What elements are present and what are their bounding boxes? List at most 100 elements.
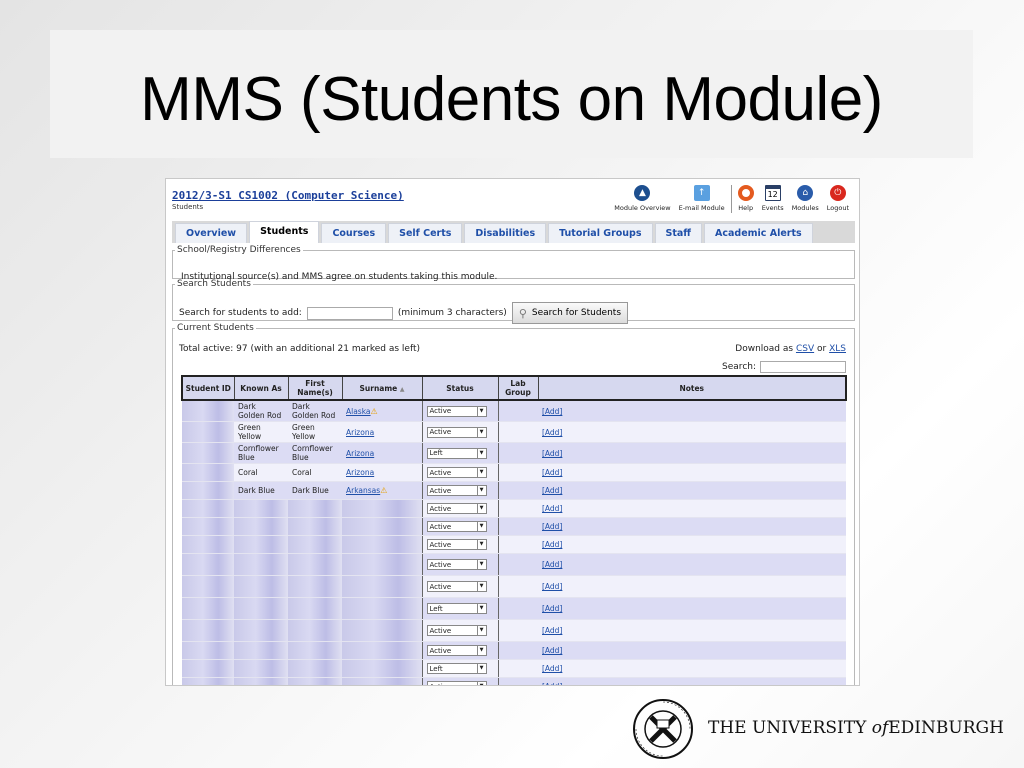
status-select[interactable]: Left ▼	[426, 603, 487, 614]
lab-group-cell	[498, 463, 538, 482]
status-cell: Active ▼	[421, 575, 499, 598]
toolbar-module-overview[interactable]: ▲ Module Overview	[610, 185, 674, 213]
status-select[interactable]: Left ▼	[426, 447, 487, 459]
add-note-link[interactable]: [Add]	[542, 522, 562, 531]
tab-disabilities[interactable]: Disabilities	[464, 223, 547, 243]
tab-overview[interactable]: Overview	[175, 223, 248, 243]
add-note-link[interactable]: [Add]	[542, 646, 562, 655]
status-select[interactable]: Active ▼	[426, 581, 487, 592]
table-row: Active ▼ [Add]	[182, 499, 846, 518]
download-xls-link[interactable]: XLS	[829, 344, 846, 354]
surname-link[interactable]: Arizona	[346, 428, 374, 437]
module-toolbar: ▲ Module Overview ↑ E-mail Module Help 1…	[610, 185, 853, 213]
col-first-names[interactable]: First Name(s)	[287, 375, 343, 401]
lab-group-cell	[498, 442, 538, 464]
toolbar-email-module[interactable]: ↑ E-mail Module	[675, 185, 729, 213]
tab-courses[interactable]: Courses	[321, 223, 387, 243]
status-select[interactable]: Active ▼	[426, 405, 487, 417]
notes-cell: [Add]	[538, 463, 846, 482]
search-students-input[interactable]	[306, 306, 393, 320]
surname-cell	[342, 597, 422, 620]
table-row: Left ▼ [Add]	[182, 659, 846, 678]
status-select[interactable]: Active ▼	[426, 625, 487, 636]
surname-link[interactable]: Arizona	[346, 468, 374, 477]
dropdown-arrow-icon: ▼	[476, 468, 486, 477]
status-select[interactable]: Active ▼	[426, 485, 487, 496]
add-note-link[interactable]: [Add]	[542, 468, 562, 477]
col-notes[interactable]: Notes	[537, 375, 847, 401]
add-note-link[interactable]: [Add]	[542, 664, 562, 673]
tab-students[interactable]: Students	[249, 221, 320, 243]
add-note-link[interactable]: [Add]	[542, 604, 562, 613]
lab-group-cell	[498, 659, 538, 678]
surname-cell	[342, 517, 422, 536]
status-select[interactable]: Active ▼	[426, 681, 487, 685]
add-note-link[interactable]: [Add]	[542, 560, 562, 569]
status-cell: Active ▼	[421, 463, 499, 482]
col-surname[interactable]: Surname ▲	[341, 375, 423, 401]
table-row: Active ▼ [Add]	[182, 677, 846, 685]
toolbar-logout[interactable]: ⏻ Logout	[823, 185, 853, 213]
search-students-box: Search Students Search for students to a…	[172, 279, 855, 324]
surname-link[interactable]: Alaska	[346, 407, 371, 416]
lab-group-cell	[498, 499, 538, 518]
download-prefix: Download as	[735, 344, 794, 354]
status-select[interactable]: Left ▼	[426, 663, 487, 674]
status-cell: Left ▼	[421, 597, 499, 620]
status-select[interactable]: Active ▼	[426, 467, 487, 478]
add-note-link[interactable]: [Add]	[542, 582, 562, 591]
toolbar-events[interactable]: 12 Events	[758, 185, 788, 213]
first-name-cell	[288, 517, 342, 536]
toolbar-help[interactable]: Help	[734, 185, 758, 213]
student-id-cell	[182, 400, 234, 422]
table-row: Active ▼ [Add]	[182, 535, 846, 554]
toolbar-modules[interactable]: ⌂ Modules	[788, 185, 823, 213]
status-select[interactable]: Active ▼	[426, 521, 487, 532]
add-note-link[interactable]: [Add]	[542, 504, 562, 513]
add-note-link[interactable]: [Add]	[542, 407, 562, 416]
add-note-link[interactable]: [Add]	[542, 449, 562, 458]
status-select[interactable]: Active ▼	[426, 426, 487, 438]
col-status[interactable]: Status	[421, 375, 499, 401]
student-id-cell	[182, 535, 234, 554]
tab-staff[interactable]: Staff	[654, 223, 703, 243]
first-name-cell	[288, 619, 342, 642]
status-select[interactable]: Active ▼	[426, 559, 487, 570]
surname-link[interactable]: Arizona	[346, 449, 374, 458]
table-row: Active ▼ [Add]	[182, 553, 846, 576]
slide-title: MMS (Students on Module)	[140, 65, 883, 134]
col-lab-group[interactable]: Lab Group	[497, 375, 539, 401]
known-as-cell: Dark Golden Rod	[234, 400, 288, 422]
status-value: Left	[429, 664, 443, 673]
tab-self-certs[interactable]: Self Certs	[388, 223, 463, 243]
search-students-row: Search for students to add: (minimum 3 c…	[179, 302, 629, 324]
add-note-link[interactable]: [Add]	[542, 540, 562, 549]
col-known-as[interactable]: Known As	[233, 375, 289, 401]
notes-cell: [Add]	[538, 442, 846, 464]
slide-title-box: MMS (Students on Module)	[50, 30, 973, 158]
surname-link[interactable]: Arkansas	[346, 486, 380, 495]
search-students-legend: Search Students	[177, 279, 251, 289]
col-student-id[interactable]: Student ID	[181, 375, 235, 401]
table-row: Active ▼ [Add]	[182, 641, 846, 660]
status-select[interactable]: Active ▼	[426, 645, 487, 656]
status-select[interactable]: Active ▼	[426, 539, 487, 550]
module-title-link[interactable]: 2012/3-S1 CS1002 (Computer Science)	[172, 189, 404, 202]
tab-academic-alerts[interactable]: Academic Alerts	[704, 223, 813, 243]
search-for-students-button[interactable]: ⚲ Search for Students	[511, 302, 629, 324]
tab-tutorial-groups[interactable]: Tutorial Groups	[548, 223, 653, 243]
notes-cell: [Add]	[538, 400, 846, 422]
add-note-link[interactable]: [Add]	[542, 682, 562, 685]
add-note-link[interactable]: [Add]	[542, 486, 562, 495]
first-name-cell	[288, 677, 342, 685]
status-select[interactable]: Active ▼	[426, 503, 487, 514]
notes-cell: [Add]	[538, 421, 846, 443]
download-csv-link[interactable]: CSV	[796, 344, 814, 354]
notes-cell: [Add]	[538, 481, 846, 500]
add-note-link[interactable]: [Add]	[542, 626, 562, 635]
home-icon: ⌂	[797, 185, 814, 201]
surname-cell	[342, 677, 422, 685]
table-search-input[interactable]	[760, 361, 846, 373]
surname-header-label: Surname	[359, 383, 398, 393]
add-note-link[interactable]: [Add]	[542, 428, 562, 437]
